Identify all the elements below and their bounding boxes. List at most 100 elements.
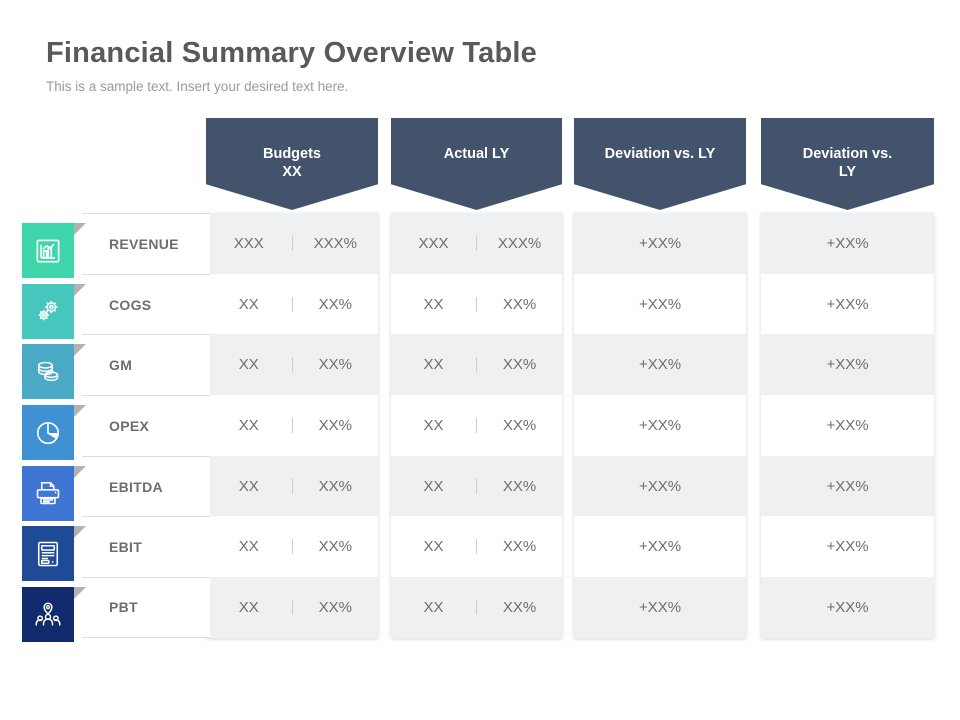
row-icon-slot	[22, 283, 86, 344]
table-row[interactable]: REVENUE	[82, 213, 210, 274]
table-cell-group[interactable]: +XX%	[761, 577, 934, 638]
coin-stack-icon[interactable]	[22, 344, 74, 400]
table-cell: XXX%	[313, 234, 357, 252]
table-cell-group[interactable]: +XX%	[574, 213, 746, 274]
column-header-deviation-vs-ly-2[interactable]: Deviation vs. LY	[761, 118, 934, 210]
row-icon-column	[22, 222, 86, 647]
table-cell-group[interactable]: +XX%	[761, 213, 934, 274]
table-cell-group[interactable]: +XX%	[761, 455, 934, 517]
table-cell-group[interactable]: +XX%	[761, 334, 934, 396]
table-cell: XX%	[502, 295, 537, 313]
table-cell: XX%	[318, 598, 352, 616]
table-cell: XX%	[502, 598, 537, 616]
table-cell-group[interactable]: +XX%	[761, 395, 934, 456]
table-cell: XX%	[318, 477, 352, 495]
table-cell: +XX%	[638, 356, 682, 374]
page-subtitle: This is a sample text. Insert your desir…	[46, 78, 349, 94]
people-location-icon[interactable]	[22, 587, 74, 643]
table-cell-group[interactable]: XX XX%	[206, 577, 378, 638]
table-cell-group[interactable]: XXX XXX%	[391, 213, 562, 274]
row-icon-slot	[22, 404, 86, 465]
table-cell-group[interactable]: +XX%	[761, 516, 934, 578]
financial-summary-table: Budgets XX Actual LY Deviation vs. LY Devia…	[0, 110, 960, 670]
table-row[interactable]: EBIT	[82, 516, 210, 577]
row-icon-slot	[22, 525, 86, 586]
table-cell-group[interactable]: XX XX%	[391, 334, 562, 396]
table-row[interactable]: COGS	[82, 273, 210, 335]
table-cell-group[interactable]: XX XX%	[391, 273, 562, 335]
bar-chart-icon[interactable]	[22, 223, 74, 278]
icon-ribbon-fold	[74, 344, 86, 357]
table-cell: XX%	[318, 356, 352, 374]
column-header-deviation-vs-ly-1[interactable]: Deviation vs. LY	[574, 118, 746, 210]
table-cell-group[interactable]: XX XX%	[391, 455, 562, 517]
table-cell: XX	[206, 296, 293, 312]
table-cell: XXX	[391, 235, 477, 251]
table-cell: XX	[206, 417, 293, 433]
printer-icon[interactable]	[22, 465, 74, 521]
table-cell-group[interactable]: XXX XXX%	[206, 213, 378, 274]
icon-ribbon-fold	[74, 283, 86, 296]
column-header-label: Actual LY	[443, 146, 510, 162]
table-cell-group[interactable]: +XX%	[761, 273, 934, 335]
row-label: EBIT	[109, 539, 143, 556]
table-cell: +XX%	[638, 416, 682, 434]
row-icon-slot	[22, 222, 86, 283]
table-cell: +XX%	[638, 295, 682, 313]
table-cell: XX	[391, 539, 477, 555]
table-cell: XX	[391, 599, 477, 615]
table-cell: XX%	[502, 477, 537, 495]
column-header-label: Deviation vs. LY	[604, 146, 716, 162]
gears-icon[interactable]	[22, 283, 74, 339]
table-cell: XX	[206, 539, 293, 555]
table-cell: XX	[206, 478, 293, 494]
table-row[interactable]: GM	[82, 334, 210, 395]
column-header-actual-ly[interactable]: Actual LY	[391, 118, 562, 210]
table-cell-group[interactable]: +XX%	[574, 455, 746, 517]
column-actual-ly: XXX XXX% XX XX% XX XX% XX XX% XX XX% XX XX% XX XX%	[391, 213, 562, 638]
report-document-icon[interactable]	[22, 526, 74, 582]
table-cell: XX%	[502, 356, 537, 374]
column-deviation-vs-ly-2: +XX% +XX% +XX% +XX% +XX% +XX% +XX%	[761, 213, 934, 638]
table-cell-group[interactable]: +XX%	[574, 516, 746, 578]
pie-chart-icon[interactable]	[22, 405, 74, 461]
table-cell: +XX%	[638, 598, 682, 616]
table-cell-group[interactable]: XX XX%	[206, 455, 378, 517]
table-cell-group[interactable]: +XX%	[574, 334, 746, 396]
table-row[interactable]: EBITDA	[82, 455, 210, 517]
title-block: Financial Summary Overview Table This is…	[46, 37, 537, 94]
table-cell-group[interactable]: +XX%	[574, 273, 746, 335]
table-cell-group[interactable]: XX XX%	[206, 395, 378, 456]
table-cell: +XX%	[826, 356, 869, 374]
table-cell: XX%	[502, 416, 537, 434]
table-cell-group[interactable]: +XX%	[574, 577, 746, 638]
row-label: PBT	[109, 599, 138, 616]
table-cell: XX%	[318, 295, 352, 313]
icon-ribbon-fold	[74, 223, 86, 235]
table-cell-group[interactable]: XX XX%	[206, 516, 378, 578]
table-cell-group[interactable]: XX XX%	[391, 395, 562, 456]
table-cell-group[interactable]: XX XX%	[391, 516, 562, 578]
icon-ribbon-fold	[74, 587, 86, 600]
table-cell: +XX%	[826, 477, 869, 495]
table-cell: +XX%	[826, 598, 869, 616]
row-label: GM	[109, 357, 133, 374]
table-cell: XX	[391, 417, 477, 433]
table-cell: XX	[391, 357, 477, 373]
table-cell: XX%	[318, 538, 352, 556]
table-row[interactable]: OPEX	[82, 395, 210, 456]
table-cell: XX	[206, 599, 293, 615]
table-cell: XX	[391, 296, 477, 312]
row-icon-slot	[22, 465, 86, 526]
table-cell-group[interactable]: +XX%	[574, 395, 746, 456]
table-cell: +XX%	[638, 538, 682, 556]
column-deviation-vs-ly-1: +XX% +XX% +XX% +XX% +XX% +XX% +XX%	[574, 213, 746, 638]
table-cell: XX	[391, 478, 477, 494]
table-cell-group[interactable]: XX XX%	[206, 334, 378, 396]
table-cell: XX%	[502, 538, 537, 556]
table-row[interactable]: PBT	[82, 577, 210, 638]
table-cell-group[interactable]: XX XX%	[206, 273, 378, 335]
table-cell-group[interactable]: XX XX%	[391, 577, 562, 638]
column-header-budgets-xx[interactable]: Budgets XX	[206, 118, 378, 210]
row-label: OPEX	[109, 417, 150, 434]
